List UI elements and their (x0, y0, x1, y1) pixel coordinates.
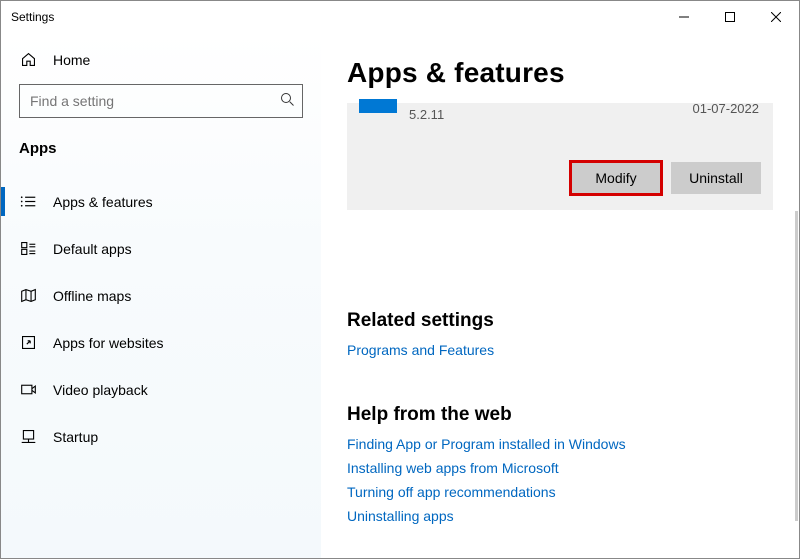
app-version: 5.2.11 (409, 103, 444, 122)
maximize-button[interactable] (707, 1, 753, 33)
home-nav[interactable]: Home (1, 43, 321, 76)
link-programs-and-features[interactable]: Programs and Features (347, 342, 773, 358)
map-icon (19, 287, 37, 304)
sidebar-item-apps-for-websites[interactable]: Apps for websites (1, 322, 321, 363)
titlebar: Settings (1, 1, 799, 33)
scrollbar[interactable] (795, 211, 798, 521)
sidebar-item-default-apps[interactable]: Default apps (1, 228, 321, 269)
startup-icon (19, 428, 37, 445)
link-help-installing-web-apps[interactable]: Installing web apps from Microsoft (347, 460, 773, 476)
window-controls (661, 1, 799, 33)
help-heading: Help from the web (347, 404, 773, 426)
sidebar: Home Apps Apps & features Default apps (1, 33, 321, 558)
search-icon (280, 92, 295, 110)
sidebar-item-label: Startup (53, 429, 98, 445)
home-label: Home (53, 52, 90, 68)
sidebar-item-label: Default apps (53, 241, 132, 257)
link-help-uninstalling-apps[interactable]: Uninstalling apps (347, 508, 773, 524)
link-help-finding-app[interactable]: Finding App or Program installed in Wind… (347, 436, 773, 452)
open-icon (19, 334, 37, 351)
sidebar-item-video-playback[interactable]: Video playback (1, 369, 321, 410)
uninstall-button[interactable]: Uninstall (671, 162, 761, 194)
search-input[interactable] (19, 84, 303, 118)
sidebar-item-label: Video playback (53, 382, 148, 398)
video-icon (19, 381, 37, 398)
main-content: Apps & features 5.2.11 01-07-2022 Modify… (321, 33, 799, 558)
sidebar-item-offline-maps[interactable]: Offline maps (1, 275, 321, 316)
link-help-turning-off-recommendations[interactable]: Turning off app recommendations (347, 484, 773, 500)
app-icon (359, 99, 397, 113)
list-icon (19, 193, 37, 210)
search-container (19, 84, 303, 118)
sidebar-item-label: Apps & features (53, 194, 153, 210)
app-card: 5.2.11 01-07-2022 Modify Uninstall (347, 103, 773, 210)
app-date: 01-07-2022 (693, 101, 760, 116)
sidebar-item-startup[interactable]: Startup (1, 416, 321, 457)
sidebar-item-apps-features[interactable]: Apps & features (1, 181, 321, 222)
home-icon (19, 51, 37, 68)
window-title: Settings (11, 10, 54, 24)
minimize-button[interactable] (661, 1, 707, 33)
modify-button[interactable]: Modify (571, 162, 661, 194)
close-button[interactable] (753, 1, 799, 33)
page-title: Apps & features (347, 57, 773, 89)
related-settings-heading: Related settings (347, 310, 773, 332)
sidebar-item-label: Apps for websites (53, 335, 164, 351)
sidebar-heading: Apps (1, 128, 321, 175)
defaults-icon (19, 240, 37, 257)
sidebar-item-label: Offline maps (53, 288, 131, 304)
